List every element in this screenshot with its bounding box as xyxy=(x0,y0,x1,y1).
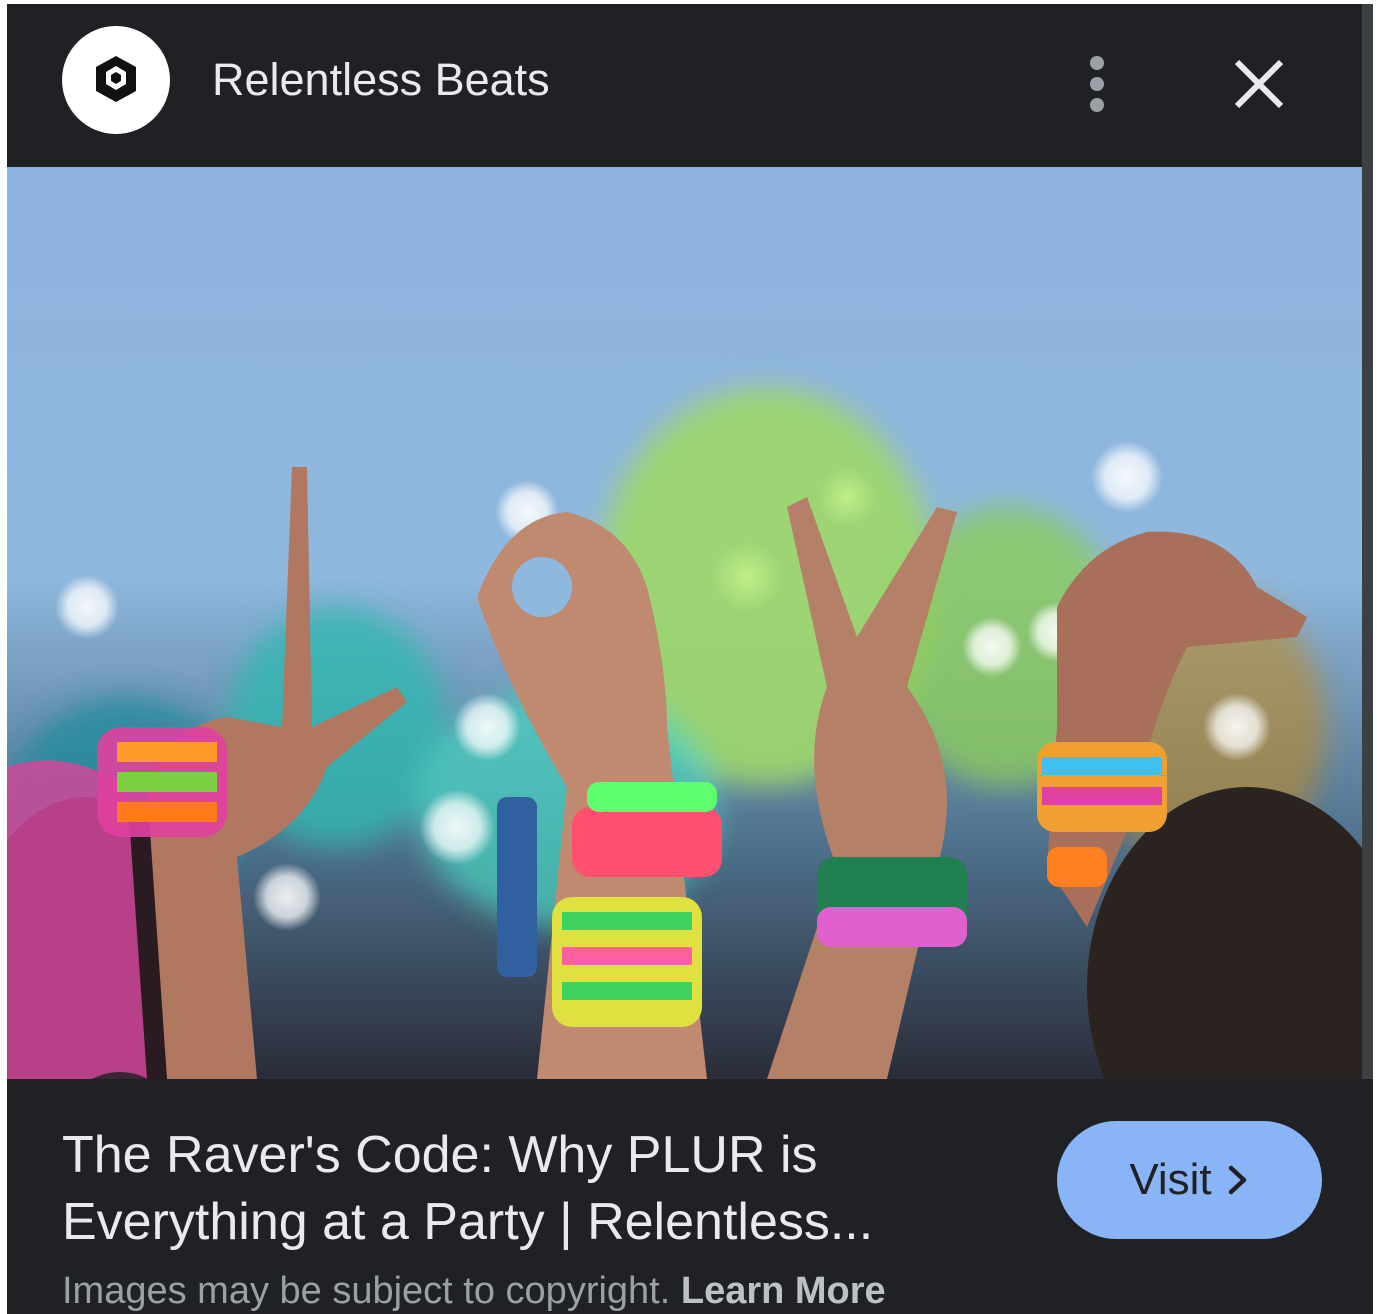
site-name[interactable]: Relentless Beats xyxy=(212,52,550,108)
copyright-notice: Images may be subject to copyright. Lear… xyxy=(62,1268,1262,1314)
image-preview-panel: Relentless Beats The Raver's Code: Why P… xyxy=(7,4,1373,1314)
chevron-right-icon xyxy=(1228,1165,1246,1195)
result-title-line2: Everything at a Party | Relentless... xyxy=(62,1193,874,1251)
visit-label: Visit xyxy=(1129,1155,1212,1204)
visit-button[interactable]: Visit xyxy=(1057,1121,1322,1239)
close-button[interactable] xyxy=(1219,44,1299,124)
preview-image[interactable]: insomniac xyxy=(7,167,1362,1079)
learn-more-link[interactable]: Learn More xyxy=(681,1270,886,1312)
result-title-line1: The Raver's Code: Why PLUR is xyxy=(62,1126,818,1184)
scrollbar[interactable] xyxy=(1362,4,1373,1079)
result-title[interactable]: The Raver's Code: Why PLUR is Everything… xyxy=(62,1122,992,1256)
preview-header: Relentless Beats xyxy=(7,4,1373,167)
close-icon xyxy=(1234,59,1284,109)
copyright-text: Images may be subject to copyright. xyxy=(62,1270,671,1312)
more-options-button[interactable] xyxy=(1067,44,1127,124)
site-logo[interactable] xyxy=(62,26,170,134)
more-vert-icon xyxy=(1090,56,1104,70)
relentless-beats-logo-icon xyxy=(96,56,136,102)
